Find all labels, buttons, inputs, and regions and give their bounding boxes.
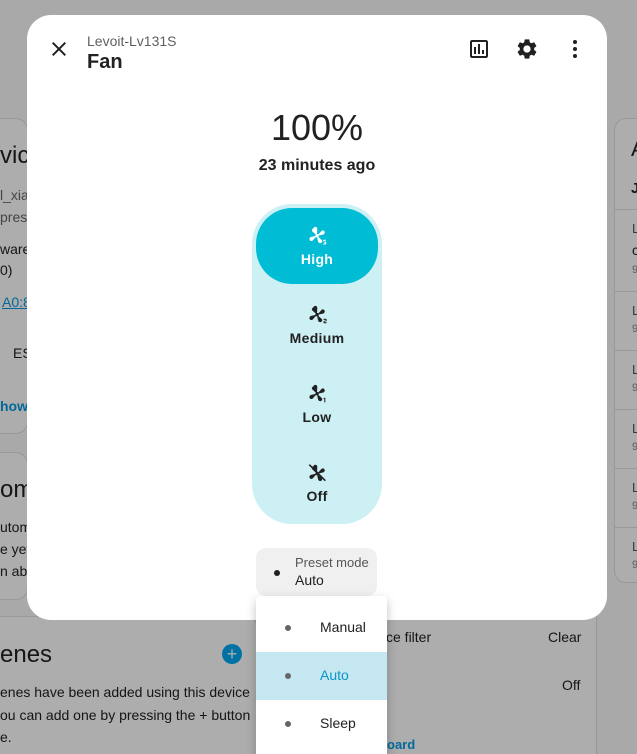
fan-speed-2-icon	[309, 305, 327, 324]
speed-option-high[interactable]: High	[256, 208, 378, 284]
menu-item-label: Sleep	[320, 715, 356, 731]
menu-item-auto[interactable]: Auto	[256, 652, 387, 700]
menu-item-label: Manual	[320, 619, 366, 635]
settings-button[interactable]	[507, 29, 547, 69]
fan-speed-control: High Medium Low Off	[252, 204, 382, 524]
speed-option-label: Off	[306, 488, 328, 504]
more-options-button[interactable]	[555, 29, 595, 69]
close-icon	[52, 42, 66, 56]
menu-item-icon	[285, 721, 291, 727]
preset-mode-menu: Manual Auto Sleep	[256, 596, 387, 754]
speed-option-medium[interactable]: Medium	[256, 287, 378, 363]
menu-item-label: Auto	[320, 667, 349, 683]
speed-option-label: High	[300, 251, 334, 267]
more-vert-icon	[573, 40, 577, 58]
fan-percentage: 100%	[270, 107, 364, 148]
preset-mode-select[interactable]: Preset mode Auto	[256, 548, 377, 596]
gear-icon	[517, 39, 537, 59]
more-info-dialog: Levoit-Lv131S Fan 100% 23 minutes ago Hi…	[27, 15, 607, 620]
menu-item-icon	[285, 673, 291, 679]
speed-option-off[interactable]: Off	[256, 445, 378, 521]
chart-icon	[470, 40, 488, 58]
menu-item-icon	[285, 625, 291, 631]
close-button[interactable]	[39, 29, 79, 69]
history-button[interactable]	[459, 29, 499, 69]
preset-mode-icon	[274, 570, 280, 576]
dialog-subtitle: Levoit-Lv131S	[87, 33, 177, 49]
dialog-title: Fan	[87, 51, 123, 73]
menu-item-manual[interactable]: Manual	[256, 604, 387, 652]
speed-option-low[interactable]: Low	[256, 366, 378, 442]
preset-mode-label: Preset mode	[295, 555, 369, 570]
last-changed: 23 minutes ago	[258, 157, 376, 174]
preset-mode-value: Auto	[295, 572, 324, 588]
fan-speed-1-icon	[309, 384, 326, 403]
menu-item-sleep[interactable]: Sleep	[256, 700, 387, 748]
speed-option-label: Low	[302, 409, 332, 425]
fan-off-icon	[308, 464, 326, 482]
speed-option-label: Medium	[289, 330, 345, 346]
fan-speed-3-icon	[309, 226, 327, 245]
